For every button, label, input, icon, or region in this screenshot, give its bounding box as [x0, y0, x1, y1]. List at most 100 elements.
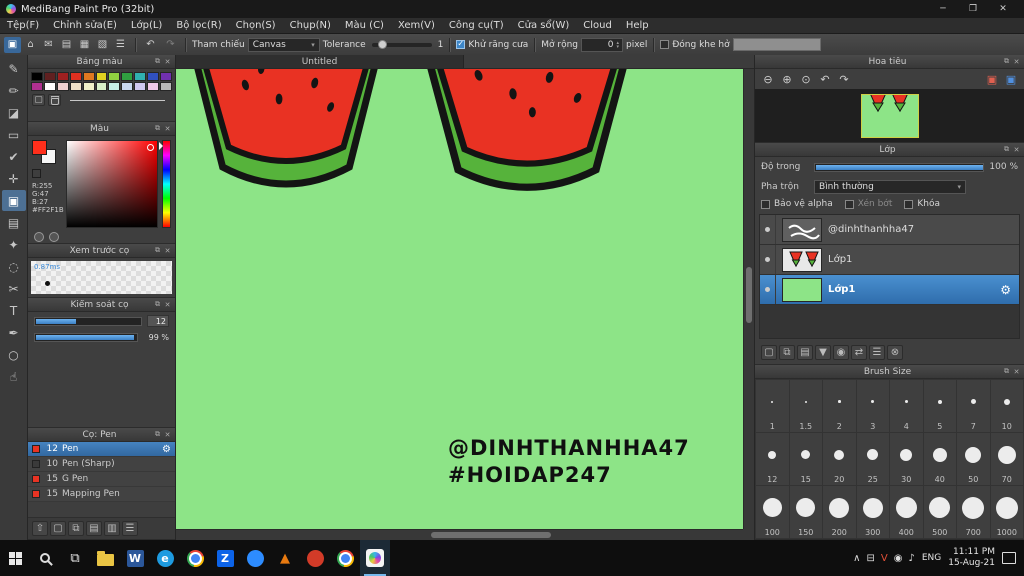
- spin-down-icon[interactable]: ▾: [617, 44, 620, 49]
- grid-icon[interactable]: ▦: [76, 37, 93, 53]
- chrome-profile[interactable]: [330, 540, 360, 576]
- fill-bucket-tool[interactable]: ▣: [1, 190, 26, 211]
- popout-icon[interactable]: ⧉: [153, 430, 162, 439]
- color-swatch[interactable]: [31, 72, 43, 81]
- vlc[interactable]: ▲: [270, 540, 300, 576]
- action-center-icon[interactable]: [1002, 552, 1016, 564]
- select-launcher-icon[interactable]: ▣: [4, 36, 21, 53]
- color-swatch[interactable]: [69, 82, 82, 91]
- menu-item[interactable]: Chụp(N): [283, 20, 338, 31]
- up-icon[interactable]: ⇧: [32, 521, 48, 536]
- foreground-color-chip[interactable]: [32, 140, 47, 155]
- material-icon[interactable]: ▧: [94, 37, 111, 53]
- menu-item[interactable]: Công cụ(T): [442, 20, 511, 31]
- popout-icon[interactable]: ⧉: [1002, 367, 1011, 376]
- brush-size-option[interactable]: 40: [923, 433, 956, 485]
- protect-alpha-checkbox[interactable]: [761, 199, 770, 209]
- gradient-tool[interactable]: ▤: [2, 212, 26, 233]
- task-view-button[interactable]: ⧉: [60, 540, 90, 576]
- color-bar-toggle[interactable]: [49, 232, 59, 242]
- brush-size-slider[interactable]: [34, 316, 142, 326]
- move-tool[interactable]: ✛: [2, 168, 26, 189]
- brush-size-option[interactable]: 1.5: [789, 380, 822, 432]
- popout-icon[interactable]: ⧉: [153, 57, 162, 66]
- brush-size-option[interactable]: 12: [756, 433, 789, 485]
- brush-size-option[interactable]: 700: [957, 486, 990, 538]
- popout-icon[interactable]: ⧉: [153, 124, 162, 133]
- gear-icon[interactable]: ⚙: [162, 444, 171, 455]
- brush-size-option[interactable]: 15: [789, 433, 822, 485]
- config-icon[interactable]: ☰: [112, 37, 129, 53]
- color-swatch[interactable]: [95, 72, 108, 81]
- magic-wand-tool[interactable]: ✦: [2, 234, 26, 255]
- delete-layer-icon[interactable]: ⊗: [887, 344, 903, 360]
- spinner-icons[interactable]: ▴ ▾: [617, 40, 620, 49]
- reference-select[interactable]: Canvas ▾: [247, 37, 320, 52]
- search-button[interactable]: [30, 540, 60, 576]
- word[interactable]: W: [120, 540, 150, 576]
- close-gap-checkbox[interactable]: [660, 40, 670, 49]
- flip-view-icon[interactable]: ▣: [983, 71, 1001, 87]
- saturation-value-picker[interactable]: [66, 140, 158, 228]
- menu-item[interactable]: Help: [619, 20, 656, 31]
- volume-icon[interactable]: ♪: [908, 553, 914, 564]
- brush-size-option[interactable]: 400: [890, 486, 923, 538]
- edge[interactable]: e: [150, 540, 180, 576]
- lock-checkbox[interactable]: [904, 199, 914, 209]
- horizontal-scrollbar[interactable]: [176, 529, 743, 540]
- add-brush-icon[interactable]: ▢: [50, 521, 66, 536]
- clock[interactable]: 11:11 PM 15-Aug-21: [948, 547, 995, 569]
- layer-row-selected[interactable]: Lớp1 ⚙: [760, 275, 1019, 305]
- brush-size-option[interactable]: 10: [990, 380, 1023, 432]
- color-wheel-toggle[interactable]: [34, 232, 44, 242]
- color-swatch[interactable]: [82, 72, 95, 81]
- popout-icon[interactable]: ⧉: [1002, 57, 1011, 66]
- color-swatch[interactable]: [82, 82, 95, 91]
- panel-close-icon[interactable]: ✕: [163, 247, 172, 255]
- panel-close-icon[interactable]: ✕: [163, 431, 172, 439]
- brush-size-option[interactable]: 200: [823, 486, 856, 538]
- brush-size-option[interactable]: 1000: [990, 486, 1023, 538]
- zalo[interactable]: Z: [210, 540, 240, 576]
- color-swatch[interactable]: [31, 82, 43, 91]
- vlc-tray-icon[interactable]: V: [881, 553, 888, 564]
- menu-item[interactable]: Tệp(F): [0, 20, 46, 31]
- redo-icon[interactable]: ↷: [162, 37, 179, 53]
- delete-color-icon[interactable]: [48, 94, 61, 106]
- photos[interactable]: [300, 540, 330, 576]
- text-tool[interactable]: T: [2, 300, 26, 321]
- brush-size-option[interactable]: 50: [957, 433, 990, 485]
- add-layer-icon[interactable]: ▢: [761, 344, 777, 360]
- zoom-out-icon[interactable]: ⊖: [759, 71, 777, 87]
- layer-opacity-slider[interactable]: [814, 162, 985, 172]
- brush-size-option[interactable]: 30: [890, 433, 923, 485]
- menu-item[interactable]: Chỉnh sửa(E): [46, 20, 124, 31]
- color-swatch[interactable]: [147, 72, 160, 81]
- panel-close-icon[interactable]: ✕: [163, 125, 172, 133]
- sv-marker[interactable]: [147, 144, 154, 151]
- undo-icon[interactable]: ↶: [142, 37, 159, 53]
- zoom-reset-icon[interactable]: ⊙: [797, 71, 815, 87]
- add-color-icon[interactable]: ▢: [32, 94, 45, 106]
- menu-item[interactable]: Lớp(L): [124, 20, 169, 31]
- color-swatch[interactable]: [69, 72, 82, 81]
- message-icon[interactable]: ✉: [40, 37, 57, 53]
- pen-tool[interactable]: ✎: [2, 58, 26, 79]
- zoom[interactable]: [240, 540, 270, 576]
- layer-folder-icon[interactable]: ▤: [797, 344, 813, 360]
- start-button[interactable]: [0, 540, 30, 576]
- color-swatch[interactable]: [108, 82, 121, 91]
- visibility-cell[interactable]: [760, 275, 776, 304]
- pages-icon[interactable]: ▤: [58, 37, 75, 53]
- lasso-tool[interactable]: ◌: [2, 256, 26, 277]
- eraser-tool[interactable]: ◪: [2, 102, 26, 123]
- brush-size-option[interactable]: 300: [856, 486, 889, 538]
- color-swatch[interactable]: [134, 72, 147, 81]
- foreground-background-chips[interactable]: [32, 140, 58, 166]
- menu-item[interactable]: Cửa sổ(W): [511, 20, 577, 31]
- color-swatch[interactable]: [56, 82, 69, 91]
- brush-size-option[interactable]: 7: [957, 380, 990, 432]
- brush-size-option[interactable]: 1: [756, 380, 789, 432]
- vertical-scrollbar[interactable]: [743, 69, 754, 529]
- file-explorer[interactable]: [90, 540, 120, 576]
